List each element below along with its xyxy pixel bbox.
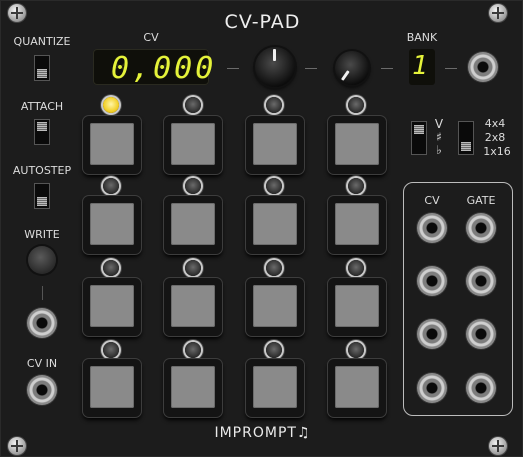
- pad-7[interactable]: [246, 196, 304, 254]
- config-1x16-label: 1x16: [483, 145, 511, 158]
- cv-display-value: 0,000: [111, 51, 217, 86]
- pad-8-led: [348, 178, 364, 194]
- cv-output-jack-2[interactable]: [417, 266, 447, 296]
- pad-11[interactable]: [246, 278, 304, 336]
- pad-1-led: [103, 97, 119, 113]
- gate-output-jack-2[interactable]: [466, 266, 496, 296]
- cv-knob[interactable]: [255, 47, 295, 87]
- cv-output-jack-1[interactable]: [417, 213, 447, 243]
- gate-output-label: GATE: [466, 194, 496, 207]
- attach-switch[interactable]: [34, 119, 50, 145]
- pad-8[interactable]: [328, 196, 386, 254]
- bank-display: 1: [409, 49, 435, 85]
- config-4x4-label: 4x4: [484, 117, 506, 130]
- cv-display-label: CV: [143, 31, 159, 44]
- config-2x8-label: 2x8: [484, 131, 506, 144]
- display-divider: [227, 68, 239, 69]
- pad-9-led: [103, 260, 119, 276]
- pad-4-led: [348, 97, 364, 113]
- pad-12-led: [348, 260, 364, 276]
- bank-knob-divider: [381, 68, 393, 69]
- autostep-switch[interactable]: [34, 183, 50, 209]
- pad-6-led: [185, 178, 201, 194]
- pad-5[interactable]: [83, 196, 141, 254]
- pad-1[interactable]: [83, 116, 141, 174]
- pad-7-led: [266, 178, 282, 194]
- quantize-label: QUANTIZE: [13, 35, 71, 48]
- write-connector: [42, 286, 43, 300]
- bank-display-value: 1: [412, 51, 428, 81]
- brand-logo: IMPROMPT♫: [1, 425, 523, 441]
- pad-10[interactable]: [164, 278, 222, 336]
- pad-3-led: [266, 97, 282, 113]
- brand-name: IMPROMPT: [214, 425, 297, 441]
- module-panel: CV-PAD QUANTIZE ATTACH AUTOSTEP WRITE CV…: [0, 0, 523, 457]
- gate-output-jack-1[interactable]: [466, 213, 496, 243]
- pad-2[interactable]: [164, 116, 222, 174]
- bank-knob[interactable]: [335, 51, 369, 85]
- write-label: WRITE: [24, 228, 60, 241]
- pad-3[interactable]: [246, 116, 304, 174]
- pad-6[interactable]: [164, 196, 222, 254]
- module-title: CV-PAD: [224, 11, 301, 33]
- pad-16[interactable]: [328, 359, 386, 417]
- autostep-label: AUTOSTEP: [12, 164, 72, 177]
- bank-input-jack[interactable]: [468, 52, 498, 82]
- knob-divider: [305, 68, 317, 69]
- pad-12[interactable]: [328, 278, 386, 336]
- pad-10-led: [185, 260, 201, 276]
- cv-in-label: CV IN: [26, 357, 58, 370]
- pad-13[interactable]: [83, 359, 141, 417]
- sharp-label: ♯: [436, 130, 442, 144]
- cv-output-jack-3[interactable]: [417, 319, 447, 349]
- bank-label: BANK: [406, 31, 438, 44]
- quantize-switch[interactable]: [34, 55, 50, 81]
- pad-9[interactable]: [83, 278, 141, 336]
- layout-switch[interactable]: [458, 121, 474, 155]
- pad-11-led: [266, 260, 282, 276]
- pad-2-led: [185, 97, 201, 113]
- gate-output-jack-4[interactable]: [466, 373, 496, 403]
- brand-glyph-icon: ♫: [296, 425, 311, 441]
- scale-switch[interactable]: [411, 121, 427, 155]
- cv-output-label: CV: [424, 194, 440, 207]
- cv-in-jack[interactable]: [27, 375, 57, 405]
- pad-16-led: [348, 342, 364, 358]
- pad-5-led: [103, 178, 119, 194]
- pad-14[interactable]: [164, 359, 222, 417]
- volt-label: V: [434, 117, 444, 131]
- pad-15[interactable]: [246, 359, 304, 417]
- pad-15-led: [266, 342, 282, 358]
- gate-output-jack-3[interactable]: [466, 319, 496, 349]
- cv-output-jack-4[interactable]: [417, 373, 447, 403]
- cv-display: 8.888 0,000: [93, 49, 213, 86]
- write-button[interactable]: [28, 246, 56, 274]
- pad-14-led: [185, 342, 201, 358]
- attach-label: ATTACH: [20, 100, 64, 113]
- pad-4[interactable]: [328, 116, 386, 174]
- bank-jack-divider: [445, 68, 457, 69]
- pad-13-led: [103, 342, 119, 358]
- write-input-jack[interactable]: [27, 308, 57, 338]
- flat-label: ♭: [436, 143, 442, 157]
